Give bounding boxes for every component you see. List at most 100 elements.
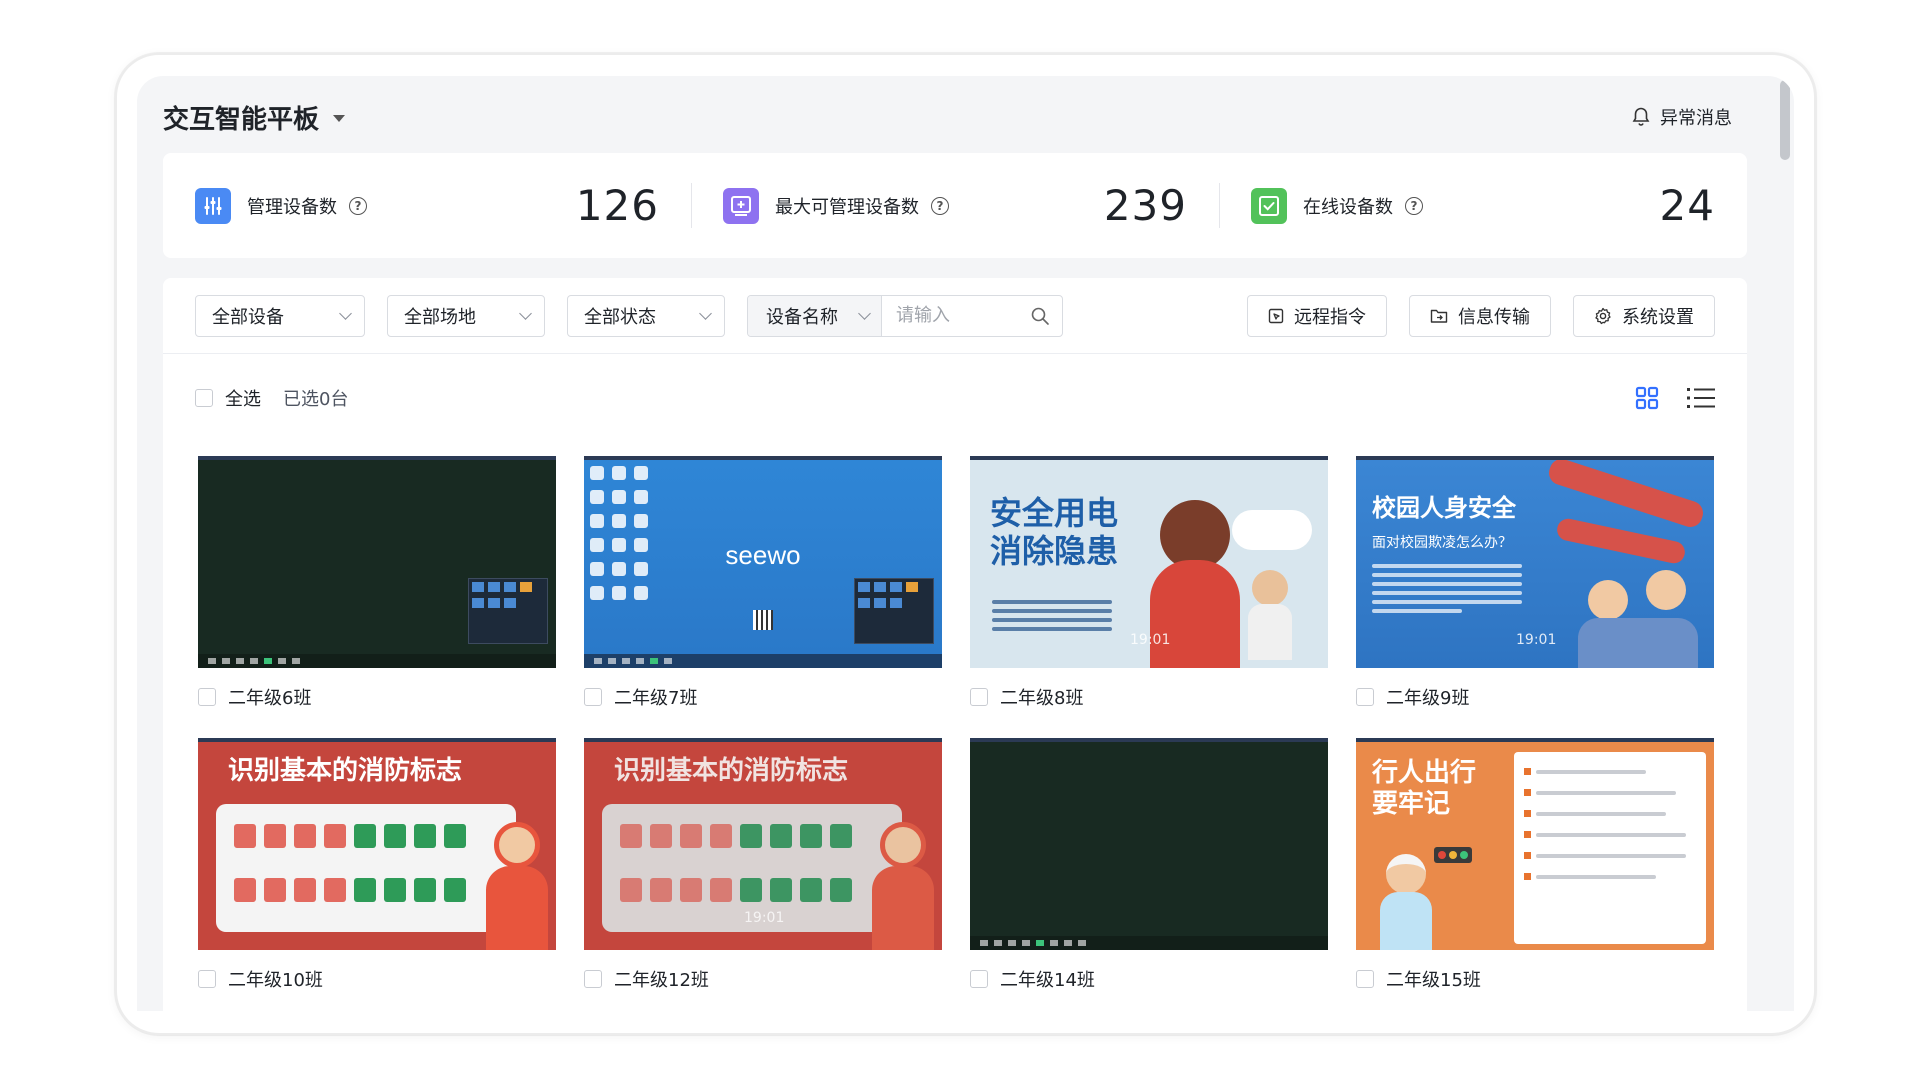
illustration-child-head: [1252, 570, 1288, 606]
illustration-woman-body: [1150, 560, 1240, 668]
device-screen-thumbnail[interactable]: [970, 738, 1328, 950]
device-name: 二年级15班: [1386, 970, 1481, 991]
device-card-footer: 二年级9班: [1356, 684, 1714, 710]
device-card[interactable]: 安全用电消除隐患 19:01 二年级8班: [970, 456, 1328, 710]
device-card-footer: 二年级7班: [584, 684, 942, 710]
device-checkbox[interactable]: [970, 688, 988, 706]
device-screen-thumbnail[interactable]: [198, 456, 556, 668]
device-checkbox[interactable]: [198, 970, 216, 988]
illustration-firefighter-body: [872, 866, 934, 950]
help-icon[interactable]: ?: [1405, 196, 1423, 215]
rules-panel: [1514, 752, 1706, 944]
screen-time: 19:01: [1516, 632, 1557, 648]
device-screen-thumbnail[interactable]: 安全用电消除隐患 19:01: [970, 456, 1328, 668]
remote-command-label: 远程指令: [1294, 306, 1366, 328]
illustration-officer-body: [1380, 892, 1432, 950]
device-filter-value: 全部设备: [212, 306, 284, 328]
venue-filter-select[interactable]: 全部场地: [387, 294, 545, 337]
illustration-students-body: [1578, 618, 1698, 668]
help-icon[interactable]: ?: [931, 196, 949, 215]
device-screen-thumbnail[interactable]: seewo: [584, 456, 942, 668]
filter-toolbar: 全部设备 全部场地 全部状态 设备名称 请输入 远程指令 信息传输 系统设置: [163, 278, 1747, 354]
vertical-scrollbar[interactable]: [1780, 80, 1790, 160]
list-view-icon[interactable]: [1687, 387, 1715, 409]
device-stats-card: 管理设备数 ? 126 最大可管理设备数 ? 239 在线设备数 ? 24: [163, 153, 1747, 258]
status-filter-value: 全部状态: [584, 306, 656, 328]
device-card[interactable]: 识别基本的消防标志 二年级10班: [198, 738, 556, 992]
device-checkbox[interactable]: [198, 688, 216, 706]
device-card[interactable]: 行人出行要牢记 二年级15班: [1356, 738, 1714, 992]
device-card[interactable]: seewo 二年级7班: [584, 456, 942, 710]
device-list-card: 全部设备 全部场地 全部状态 设备名称 请输入 远程指令 信息传输 系统设置 全…: [163, 278, 1747, 1011]
stat-label: 在线设备数: [1303, 196, 1393, 218]
screen-time: 19:01: [1130, 632, 1171, 648]
gear-icon: [1595, 307, 1611, 324]
device-screen-thumbnail[interactable]: 识别基本的消防标志 19:01: [584, 738, 942, 950]
device-card[interactable]: 二年级14班: [970, 738, 1328, 992]
poster-title: 安全用电消除隐患: [990, 494, 1119, 571]
device-screen-thumbnail[interactable]: 行人出行要牢记: [1356, 738, 1714, 950]
device-checkbox[interactable]: [1356, 970, 1374, 988]
device-checkbox[interactable]: [584, 688, 602, 706]
device-name: 二年级8班: [1000, 688, 1084, 709]
illustration-student-head: [1588, 580, 1628, 620]
illustration-firefighter-head: [494, 822, 540, 868]
illustration-child-body: [1248, 604, 1292, 660]
device-screen-thumbnail[interactable]: 识别基本的消防标志: [198, 738, 556, 950]
fire-sign-row: [234, 824, 466, 848]
add-box-icon: [723, 187, 759, 224]
poster-title: 校园人身安全: [1372, 494, 1516, 522]
help-icon[interactable]: ?: [349, 196, 367, 215]
illustration-student-head: [1646, 570, 1686, 610]
grid-view-icon[interactable]: [1635, 386, 1659, 410]
device-card-footer: 二年级6班: [198, 684, 556, 710]
traffic-light-icon: [1434, 847, 1472, 863]
select-all-label[interactable]: 全选: [225, 385, 261, 411]
exception-messages-button[interactable]: 异常消息: [1632, 104, 1732, 130]
stat-value: 126: [575, 181, 659, 230]
bell-icon: [1632, 107, 1650, 126]
stat-value: 24: [1659, 181, 1715, 230]
device-grid: 二年级6班 seewo 二年级7班 安全用电消除隐患 19:01 二年级8班 校…: [198, 456, 1714, 992]
device-type-switcher[interactable]: 交互智能平板: [163, 99, 346, 136]
device-checkbox[interactable]: [1356, 688, 1374, 706]
device-card[interactable]: 校园人身安全 面对校园欺凌怎么办？ 19:01 二年级9班: [1356, 456, 1714, 710]
mini-taskbar: [584, 654, 942, 668]
illustration-firefighter-head: [880, 822, 926, 868]
device-card[interactable]: 识别基本的消防标志 19:01 二年级12班: [584, 738, 942, 992]
info-transfer-button[interactable]: 信息传输: [1409, 294, 1551, 337]
device-name: 二年级14班: [1000, 970, 1095, 991]
poster-text-lines: [1372, 564, 1522, 613]
device-card-footer: 二年级14班: [970, 966, 1328, 992]
device-checkbox[interactable]: [970, 970, 988, 988]
search-input[interactable]: [896, 305, 1016, 326]
search-field-select[interactable]: 设备名称: [748, 295, 882, 336]
stat-online-devices: 在线设备数 ? 24: [1219, 153, 1747, 258]
mini-window: [854, 578, 934, 644]
poster-title: 识别基本的消防标志: [614, 756, 849, 786]
device-card[interactable]: 二年级6班: [198, 456, 556, 710]
device-filter-select[interactable]: 全部设备: [195, 294, 365, 337]
device-screen-thumbnail[interactable]: 校园人身安全 面对校园欺凌怎么办？ 19:01: [1356, 456, 1714, 668]
select-all-checkbox[interactable]: [195, 389, 213, 407]
app-header: 交互智能平板 异常消息: [163, 90, 1754, 144]
stat-managed-devices: 管理设备数 ? 126: [163, 153, 691, 258]
screen-time: 19:01: [744, 910, 785, 926]
poster-text-lines: [992, 600, 1112, 631]
send-file-icon: [1430, 309, 1448, 323]
illustration-pointing-arm: [1555, 516, 1687, 566]
speech-bubble: [1232, 510, 1312, 550]
device-card-footer: 二年级8班: [970, 684, 1328, 710]
system-settings-button[interactable]: 系统设置: [1573, 294, 1715, 337]
status-filter-select[interactable]: 全部状态: [567, 294, 725, 337]
device-name: 二年级9班: [1386, 688, 1470, 709]
rules-text-lines: [1524, 768, 1694, 880]
page-title: 交互智能平板: [163, 104, 320, 135]
device-name: 二年级7班: [614, 688, 698, 709]
remote-command-button[interactable]: 远程指令: [1247, 294, 1387, 337]
device-checkbox[interactable]: [584, 970, 602, 988]
illustration-firefighter-body: [486, 866, 548, 950]
search-icon[interactable]: [1030, 306, 1050, 326]
system-settings-label: 系统设置: [1622, 306, 1694, 328]
poster-title: 识别基本的消防标志: [228, 756, 463, 786]
